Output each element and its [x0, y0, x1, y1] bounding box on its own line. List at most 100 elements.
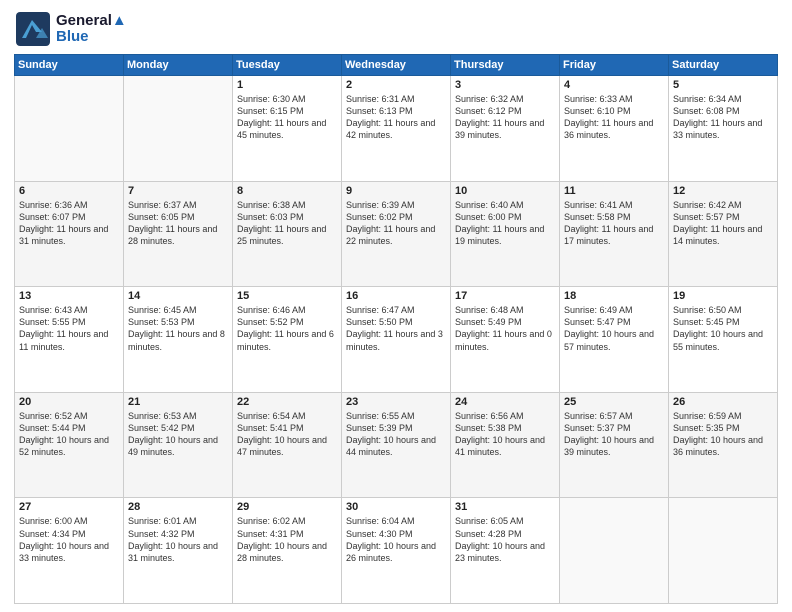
day-number: 2	[346, 79, 446, 91]
day-number: 1	[237, 79, 337, 91]
day-cell: 16 Sunrise: 6:47 AMSunset: 5:50 PMDayligh…	[342, 287, 451, 393]
day-info: Sunrise: 6:49 AMSunset: 5:47 PMDaylight:…	[564, 304, 664, 353]
day-cell: 31Sunrise: 6:05 AMSunset: 4:28 PMDayligh…	[451, 498, 560, 604]
calendar-table: SundayMondayTuesdayWednesdayThursdayFrid…	[14, 54, 778, 604]
day-number: 22	[237, 396, 337, 408]
day-cell: 17 Sunrise: 6:48 AMSunset: 5:49 PMDayligh…	[451, 287, 560, 393]
day-number: 30	[346, 501, 446, 513]
weekday-header-wednesday: Wednesday	[342, 55, 451, 76]
day-cell: 6 Sunrise: 6:36 AMSunset: 6:07 PMDaylight…	[15, 181, 124, 287]
weekday-header-monday: Monday	[124, 55, 233, 76]
day-number: 14	[128, 290, 228, 302]
weekday-header-friday: Friday	[560, 55, 669, 76]
day-number: 31	[455, 501, 555, 513]
day-cell: 13 Sunrise: 6:43 AMSunset: 5:55 PMDayligh…	[15, 287, 124, 393]
day-number: 20	[19, 396, 119, 408]
day-number: 3	[455, 79, 555, 91]
day-cell: 18 Sunrise: 6:49 AMSunset: 5:47 PMDayligh…	[560, 287, 669, 393]
day-cell: 3 Sunrise: 6:32 AMSunset: 6:12 PMDaylight…	[451, 76, 560, 182]
day-number: 27	[19, 501, 119, 513]
weekday-row: SundayMondayTuesdayWednesdayThursdayFrid…	[15, 55, 778, 76]
day-number: 6	[19, 185, 119, 197]
logo-line2: Blue	[56, 29, 127, 46]
day-info: Sunrise: 6:46 AMSunset: 5:52 PMDaylight:…	[237, 304, 337, 353]
day-cell: 9 Sunrise: 6:39 AMSunset: 6:02 PMDaylight…	[342, 181, 451, 287]
day-cell: 7Sunrise: 6:37 AMSunset: 6:05 PMDaylight…	[124, 181, 233, 287]
day-number: 8	[237, 185, 337, 197]
day-number: 11	[564, 185, 664, 197]
day-cell: 19 Sunrise: 6:50 AMSunset: 5:45 PMDayligh…	[669, 287, 778, 393]
day-info: Sunrise: 6:01 AMSunset: 4:32 PMDaylight:…	[128, 515, 228, 564]
day-cell: 10 Sunrise: 6:40 AMSunset: 6:00 PMDayligh…	[451, 181, 560, 287]
day-number: 19	[673, 290, 773, 302]
weekday-header-sunday: Sunday	[15, 55, 124, 76]
calendar-header: SundayMondayTuesdayWednesdayThursdayFrid…	[15, 55, 778, 76]
day-cell: 15Sunrise: 6:46 AMSunset: 5:52 PMDayligh…	[233, 287, 342, 393]
day-info: Sunrise: 6:32 AMSunset: 6:12 PMDaylight:…	[455, 93, 555, 142]
day-info: Sunrise: 6:53 AMSunset: 5:42 PMDaylight:…	[128, 410, 228, 459]
day-info: Sunrise: 6:45 AMSunset: 5:53 PMDaylight:…	[128, 304, 228, 353]
logo-icon	[14, 10, 52, 48]
day-info: Sunrise: 6:59 AMSunset: 5:35 PMDaylight:…	[673, 410, 773, 459]
day-cell: 14 Sunrise: 6:45 AMSunset: 5:53 PMDayligh…	[124, 287, 233, 393]
day-number: 24	[455, 396, 555, 408]
day-number: 28	[128, 501, 228, 513]
day-info: Sunrise: 6:42 AMSunset: 5:57 PMDaylight:…	[673, 199, 773, 248]
day-info: Sunrise: 6:48 AMSunset: 5:49 PMDaylight:…	[455, 304, 555, 353]
day-cell: 29Sunrise: 6:02 AMSunset: 4:31 PMDayligh…	[233, 498, 342, 604]
weekday-header-saturday: Saturday	[669, 55, 778, 76]
day-number: 13	[19, 290, 119, 302]
day-cell: 4 Sunrise: 6:33 AMSunset: 6:10 PMDaylight…	[560, 76, 669, 182]
day-cell: 26 Sunrise: 6:59 AMSunset: 5:35 PMDayligh…	[669, 392, 778, 498]
day-number: 25	[564, 396, 664, 408]
day-number: 18	[564, 290, 664, 302]
day-info: Sunrise: 6:00 AMSunset: 4:34 PMDaylight:…	[19, 515, 119, 564]
day-number: 23	[346, 396, 446, 408]
day-info: Sunrise: 6:31 AMSunset: 6:13 PMDaylight:…	[346, 93, 446, 142]
day-info: Sunrise: 6:02 AMSunset: 4:31 PMDaylight:…	[237, 515, 337, 564]
day-info: Sunrise: 6:39 AMSunset: 6:02 PMDaylight:…	[346, 199, 446, 248]
day-cell: 12 Sunrise: 6:42 AMSunset: 5:57 PMDayligh…	[669, 181, 778, 287]
day-number: 5	[673, 79, 773, 91]
logo-line1: General▲	[56, 13, 127, 30]
day-info: Sunrise: 6:54 AMSunset: 5:41 PMDaylight:…	[237, 410, 337, 459]
day-number: 21	[128, 396, 228, 408]
day-info: Sunrise: 6:50 AMSunset: 5:45 PMDaylight:…	[673, 304, 773, 353]
weekday-header-thursday: Thursday	[451, 55, 560, 76]
day-cell: 30 Sunrise: 6:04 AMSunset: 4:30 PMDayligh…	[342, 498, 451, 604]
day-number: 17	[455, 290, 555, 302]
day-number: 12	[673, 185, 773, 197]
day-info: Sunrise: 6:30 AMSunset: 6:15 PMDaylight:…	[237, 93, 337, 142]
header: General▲ Blue	[14, 10, 778, 48]
day-info: Sunrise: 6:36 AMSunset: 6:07 PMDaylight:…	[19, 199, 119, 248]
day-info: Sunrise: 6:56 AMSunset: 5:38 PMDaylight:…	[455, 410, 555, 459]
day-info: Sunrise: 6:41 AMSunset: 5:58 PMDaylight:…	[564, 199, 664, 248]
day-number: 16	[346, 290, 446, 302]
day-cell: 8 Sunrise: 6:38 AMSunset: 6:03 PMDaylight…	[233, 181, 342, 287]
weekday-header-tuesday: Tuesday	[233, 55, 342, 76]
day-info: Sunrise: 6:40 AMSunset: 6:00 PMDaylight:…	[455, 199, 555, 248]
week-row-4: 20Sunrise: 6:52 AMSunset: 5:44 PMDayligh…	[15, 392, 778, 498]
day-info: Sunrise: 6:33 AMSunset: 6:10 PMDaylight:…	[564, 93, 664, 142]
day-cell	[669, 498, 778, 604]
day-info: Sunrise: 6:38 AMSunset: 6:03 PMDaylight:…	[237, 199, 337, 248]
logo: General▲ Blue	[14, 10, 127, 48]
day-info: Sunrise: 6:43 AMSunset: 5:55 PMDaylight:…	[19, 304, 119, 353]
day-cell	[15, 76, 124, 182]
day-info: Sunrise: 6:47 AMSunset: 5:50 PMDaylight:…	[346, 304, 446, 353]
day-info: Sunrise: 6:37 AMSunset: 6:05 PMDaylight:…	[128, 199, 228, 248]
day-cell: 23Sunrise: 6:55 AMSunset: 5:39 PMDayligh…	[342, 392, 451, 498]
day-number: 10	[455, 185, 555, 197]
calendar-body: 1 Sunrise: 6:30 AMSunset: 6:15 PMDaylight…	[15, 76, 778, 604]
day-number: 26	[673, 396, 773, 408]
day-info: Sunrise: 6:34 AMSunset: 6:08 PMDaylight:…	[673, 93, 773, 142]
day-cell: 22 Sunrise: 6:54 AMSunset: 5:41 PMDayligh…	[233, 392, 342, 498]
week-row-5: 27 Sunrise: 6:00 AMSunset: 4:34 PMDayligh…	[15, 498, 778, 604]
day-info: Sunrise: 6:57 AMSunset: 5:37 PMDaylight:…	[564, 410, 664, 459]
day-info: Sunrise: 6:04 AMSunset: 4:30 PMDaylight:…	[346, 515, 446, 564]
week-row-3: 13 Sunrise: 6:43 AMSunset: 5:55 PMDayligh…	[15, 287, 778, 393]
page: General▲ Blue SundayMondayTuesdayWednesd…	[0, 0, 792, 612]
day-number: 9	[346, 185, 446, 197]
day-number: 4	[564, 79, 664, 91]
day-cell: 25 Sunrise: 6:57 AMSunset: 5:37 PMDayligh…	[560, 392, 669, 498]
